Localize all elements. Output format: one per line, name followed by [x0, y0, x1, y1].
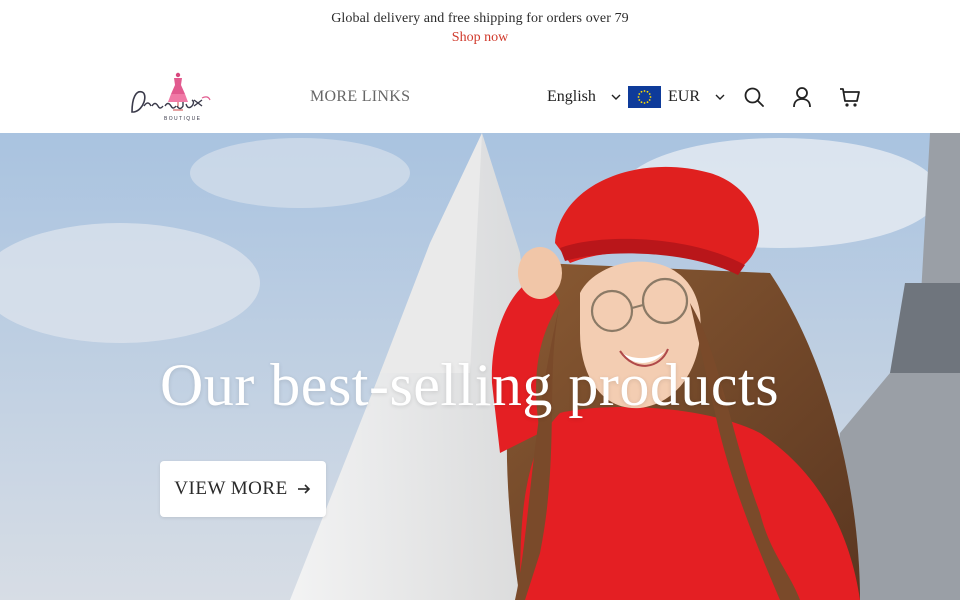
cart-icon[interactable] — [839, 86, 861, 108]
nav-more-links[interactable]: MORE LINKS — [310, 88, 410, 106]
chevron-down-icon — [715, 94, 725, 100]
currency-selector[interactable]: EUR — [628, 86, 726, 108]
language-selector[interactable]: English — [547, 88, 622, 106]
announcement-bar: Global delivery and free shipping for or… — [0, 0, 960, 56]
search-icon[interactable] — [743, 86, 765, 108]
account-icon[interactable] — [791, 86, 813, 108]
arrow-right-icon — [297, 484, 310, 494]
view-more-button[interactable]: VIEW MORE — [160, 461, 326, 517]
chevron-down-icon — [611, 94, 621, 100]
hero-title: Our best-selling products — [160, 352, 780, 418]
site-header: BOUTIQUE MORE LINKS English EUR — [0, 56, 960, 133]
view-more-label: VIEW MORE — [174, 478, 288, 499]
currency-label: EUR — [668, 88, 700, 105]
language-label: English — [547, 88, 596, 105]
brand-logo[interactable]: BOUTIQUE — [128, 70, 214, 122]
shop-now-link[interactable]: Shop now — [0, 30, 960, 46]
hero-banner: Our best-selling products VIEW MORE — [0, 133, 960, 600]
announcement-text: Global delivery and free shipping for or… — [331, 11, 629, 26]
svg-text:BOUTIQUE: BOUTIQUE — [164, 116, 201, 122]
eu-flag-icon — [628, 86, 661, 108]
